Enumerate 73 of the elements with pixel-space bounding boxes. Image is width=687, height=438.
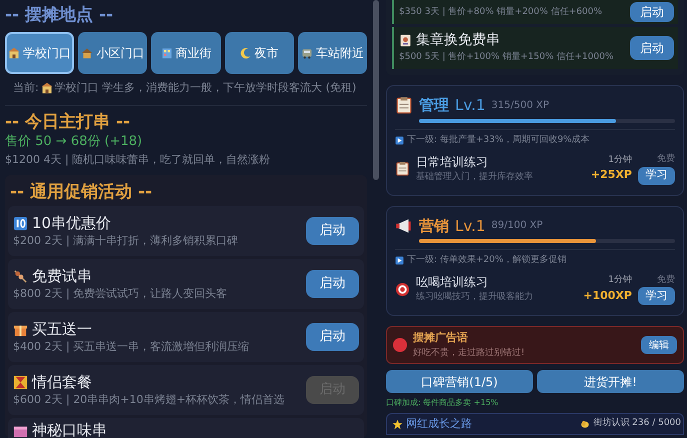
xp-text: 315/500 XP bbox=[491, 98, 549, 113]
cost-text: 免费 bbox=[657, 274, 675, 286]
next-level-text: 下一级: 传单效果+20%，解锁更多促销 bbox=[407, 254, 566, 267]
location-tab[interactable]: 车站附近 bbox=[298, 32, 368, 74]
promotion-name: 买五送一 bbox=[32, 319, 92, 339]
start-button[interactable]: 启动 bbox=[630, 2, 674, 22]
slogan-text: 好吃不贵，走过路过别错过! bbox=[413, 346, 526, 360]
promotion-name: 情侣套餐 bbox=[32, 372, 92, 392]
price-text: 售价 50 → 68份 (+18) bbox=[5, 133, 144, 151]
location-tab[interactable]: 学校门口 bbox=[5, 32, 74, 74]
current-location-text: 学校门口 学生多，消费能力一般，下午放学时段客流大 (免租) bbox=[54, 80, 356, 96]
bonus-text: 口碑加成: 每件商品多卖 +15% bbox=[386, 397, 500, 409]
promotion-name: 集章换免费串 bbox=[416, 31, 500, 50]
location-tab[interactable]: 夜市 bbox=[224, 32, 294, 74]
house-icon bbox=[81, 47, 94, 59]
xp-reward: +100XP bbox=[583, 288, 632, 304]
couple-icon bbox=[13, 374, 28, 390]
study-button[interactable]: 学习 bbox=[638, 287, 675, 305]
bus-icon bbox=[300, 47, 313, 59]
promotion-description: $800 2天 | 免费尝试试巧，让路人变回头客 bbox=[13, 286, 228, 302]
growth-title: 网红成长之路 bbox=[406, 416, 473, 432]
duration-text: 1分钟 bbox=[608, 274, 632, 288]
moon-icon bbox=[240, 47, 252, 59]
current-label: 当前: bbox=[13, 80, 39, 96]
promotion-name: 10串优惠价 bbox=[32, 213, 112, 233]
training-description: 练习吆喝技巧，提升吸客能力 bbox=[416, 291, 534, 304]
study-button[interactable]: 学习 bbox=[638, 166, 675, 184]
action-button[interactable]: 进货开摊! bbox=[537, 370, 684, 393]
promotion-description: $350 3天 | 售价+80% 销量+200% 信任+600% bbox=[399, 6, 604, 18]
start-button[interactable]: 启动 bbox=[306, 323, 359, 351]
section-title: -- 摆摊地点 -- bbox=[5, 4, 114, 26]
training-name: 日常培训练习 bbox=[416, 154, 489, 171]
skill-level: Lv.1 bbox=[455, 95, 486, 116]
growth-stat: 街坊认识 236 / 5000 bbox=[593, 417, 681, 430]
section-title: -- 通用促销活动 -- bbox=[9, 181, 154, 203]
training-description: 基础管理入门，提升库存效率 bbox=[416, 170, 534, 184]
play-icon bbox=[395, 256, 404, 266]
promotion-description: $600 2天 | 20串串肉+10串烤翅+杯杯饮茶，情侣首选 bbox=[13, 392, 286, 408]
clipboard-icon bbox=[395, 161, 410, 176]
skill-level: Lv.1 bbox=[455, 216, 486, 236]
play-icon bbox=[395, 136, 404, 145]
start-button[interactable]: 启动 bbox=[630, 36, 674, 60]
building-icon bbox=[160, 47, 172, 59]
card-icon bbox=[399, 34, 412, 47]
target-icon bbox=[395, 282, 410, 297]
slogan-title: 摆摊广告语 bbox=[413, 330, 469, 346]
next-level-text: 下一级: 每批产量+33%，周期可回收9%成本 bbox=[407, 134, 590, 146]
action-button[interactable]: 口碑营销(1/5) bbox=[386, 370, 533, 393]
featured-description: $1200 4天 | 随机口味味蕾串，吃了就回单，自然涨粉 bbox=[5, 152, 272, 168]
scrollbar-thumb[interactable] bbox=[373, 0, 379, 180]
start-button[interactable]: 启动 bbox=[306, 217, 359, 245]
promotion-name: 神秘口味串 bbox=[32, 420, 107, 438]
duration-text: 1分钟 bbox=[608, 154, 632, 167]
skewer-icon bbox=[13, 268, 28, 284]
clipboard-icon bbox=[395, 96, 413, 114]
start-button[interactable]: 启动 bbox=[306, 270, 359, 298]
promotion-description: $500 5天 | 售价+100% 销量+150% 信任+1000% bbox=[399, 50, 615, 64]
promotion-description: $400 2天 | 买五串送一串，客流激增但利润压缩 bbox=[13, 339, 250, 355]
location-tab[interactable]: 商业街 bbox=[151, 32, 221, 74]
location-tab[interactable]: 小区门口 bbox=[78, 32, 148, 74]
star-icon bbox=[392, 418, 403, 430]
training-name: 吆喝培训练习 bbox=[416, 274, 489, 292]
promotion-name: 免费试串 bbox=[32, 266, 92, 286]
keycap-icon bbox=[13, 216, 28, 230]
edit-button[interactable]: 编辑 bbox=[641, 336, 677, 354]
skill-name: 管理 bbox=[419, 95, 449, 116]
promotion-description: $200 2天 | 满满十串打折，薄利多销积累口碑 bbox=[13, 233, 240, 249]
skill-name: 营销 bbox=[419, 216, 449, 236]
megaphone-icon bbox=[395, 216, 413, 235]
xp-text: 89/100 XP bbox=[491, 219, 543, 234]
xp-reward: +25XP bbox=[590, 167, 632, 184]
cost-text: 免费 bbox=[657, 153, 675, 166]
section-title: -- 今日主打串 -- bbox=[5, 111, 132, 133]
